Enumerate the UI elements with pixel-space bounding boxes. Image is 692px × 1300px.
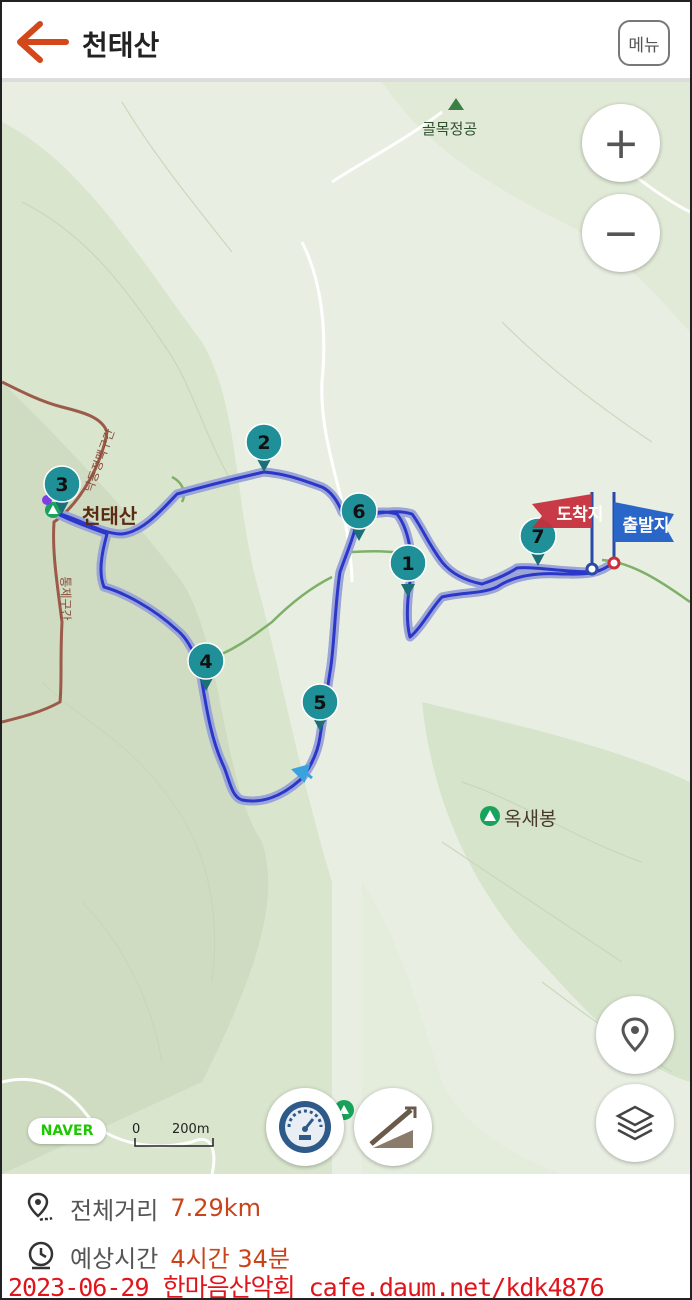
waypoint-2[interactable]: 2	[245, 423, 283, 472]
arrival-label: 도착지	[557, 505, 604, 525]
page-title: 천태산	[82, 29, 160, 62]
waypoint-label: 6	[352, 501, 365, 523]
elevation-profile-button[interactable]	[354, 1088, 432, 1166]
back-button[interactable]	[16, 20, 72, 64]
poi-label-golmok: 골목정공	[422, 120, 478, 138]
location-pin-icon	[621, 1017, 649, 1053]
scale-zero: 0	[132, 1122, 141, 1137]
zoom-out-button[interactable]: −	[582, 194, 660, 272]
waypoint-label: 3	[55, 474, 68, 496]
distance-value: 7.29km	[170, 1194, 262, 1222]
waypoint-label: 1	[401, 553, 414, 575]
ridge-label-restricted: 통제구간	[58, 576, 73, 621]
elevation-icon	[369, 1106, 417, 1148]
waypoint-6[interactable]: 6	[340, 492, 378, 541]
waypoint-3[interactable]: 3	[43, 465, 81, 514]
waypoint-5[interactable]: 5	[301, 683, 339, 731]
waypoint-label: 5	[313, 692, 326, 714]
watermark-text: 2023-06-29 한마음산악회 cafe.daum.net/kdk4876	[8, 1273, 605, 1300]
peak-label-cheontaesan: 천태산	[82, 504, 138, 528]
naver-logo: NAVER	[28, 1118, 106, 1144]
header-bar: 천태산 메뉴	[2, 2, 690, 82]
map-view[interactable]: 1 2 3 4 5 6 7 출발지 도착지 천태산 옥새봉 골목정공 낙동정맥구…	[2, 82, 690, 1174]
departure-flag[interactable]: 출발지	[607, 492, 674, 570]
route-distance-icon	[27, 1192, 53, 1222]
waypoint-1[interactable]: 1	[389, 544, 427, 597]
scale-distance: 200m	[172, 1122, 210, 1137]
departure-label: 출발지	[623, 516, 670, 536]
app-frame: 천태산 메뉴 1 2 3 4 5 6 7 출발지 도착지 천태산 옥새봉 골목정…	[0, 0, 692, 1300]
zoom-in-button[interactable]: +	[582, 104, 660, 182]
waypoint-label: 7	[531, 526, 544, 548]
menu-button[interactable]: 메뉴	[618, 20, 670, 66]
distance-label: 전체거리	[70, 1196, 159, 1225]
layers-icon	[615, 1105, 655, 1141]
scale-bar	[134, 1138, 214, 1147]
map-layers-button[interactable]	[596, 1084, 674, 1162]
speedometer-button[interactable]	[266, 1088, 344, 1166]
back-arrow-icon	[17, 21, 69, 63]
waypoint-4[interactable]: 4	[187, 642, 225, 691]
distance-row: 전체거리 7.29km	[26, 1188, 261, 1228]
speedometer-icon	[279, 1101, 331, 1153]
peak-label-oksaebong: 옥새봉	[504, 808, 557, 830]
my-location-button[interactable]	[596, 996, 674, 1074]
waypoint-label: 2	[257, 432, 270, 454]
waypoint-label: 4	[199, 651, 212, 673]
